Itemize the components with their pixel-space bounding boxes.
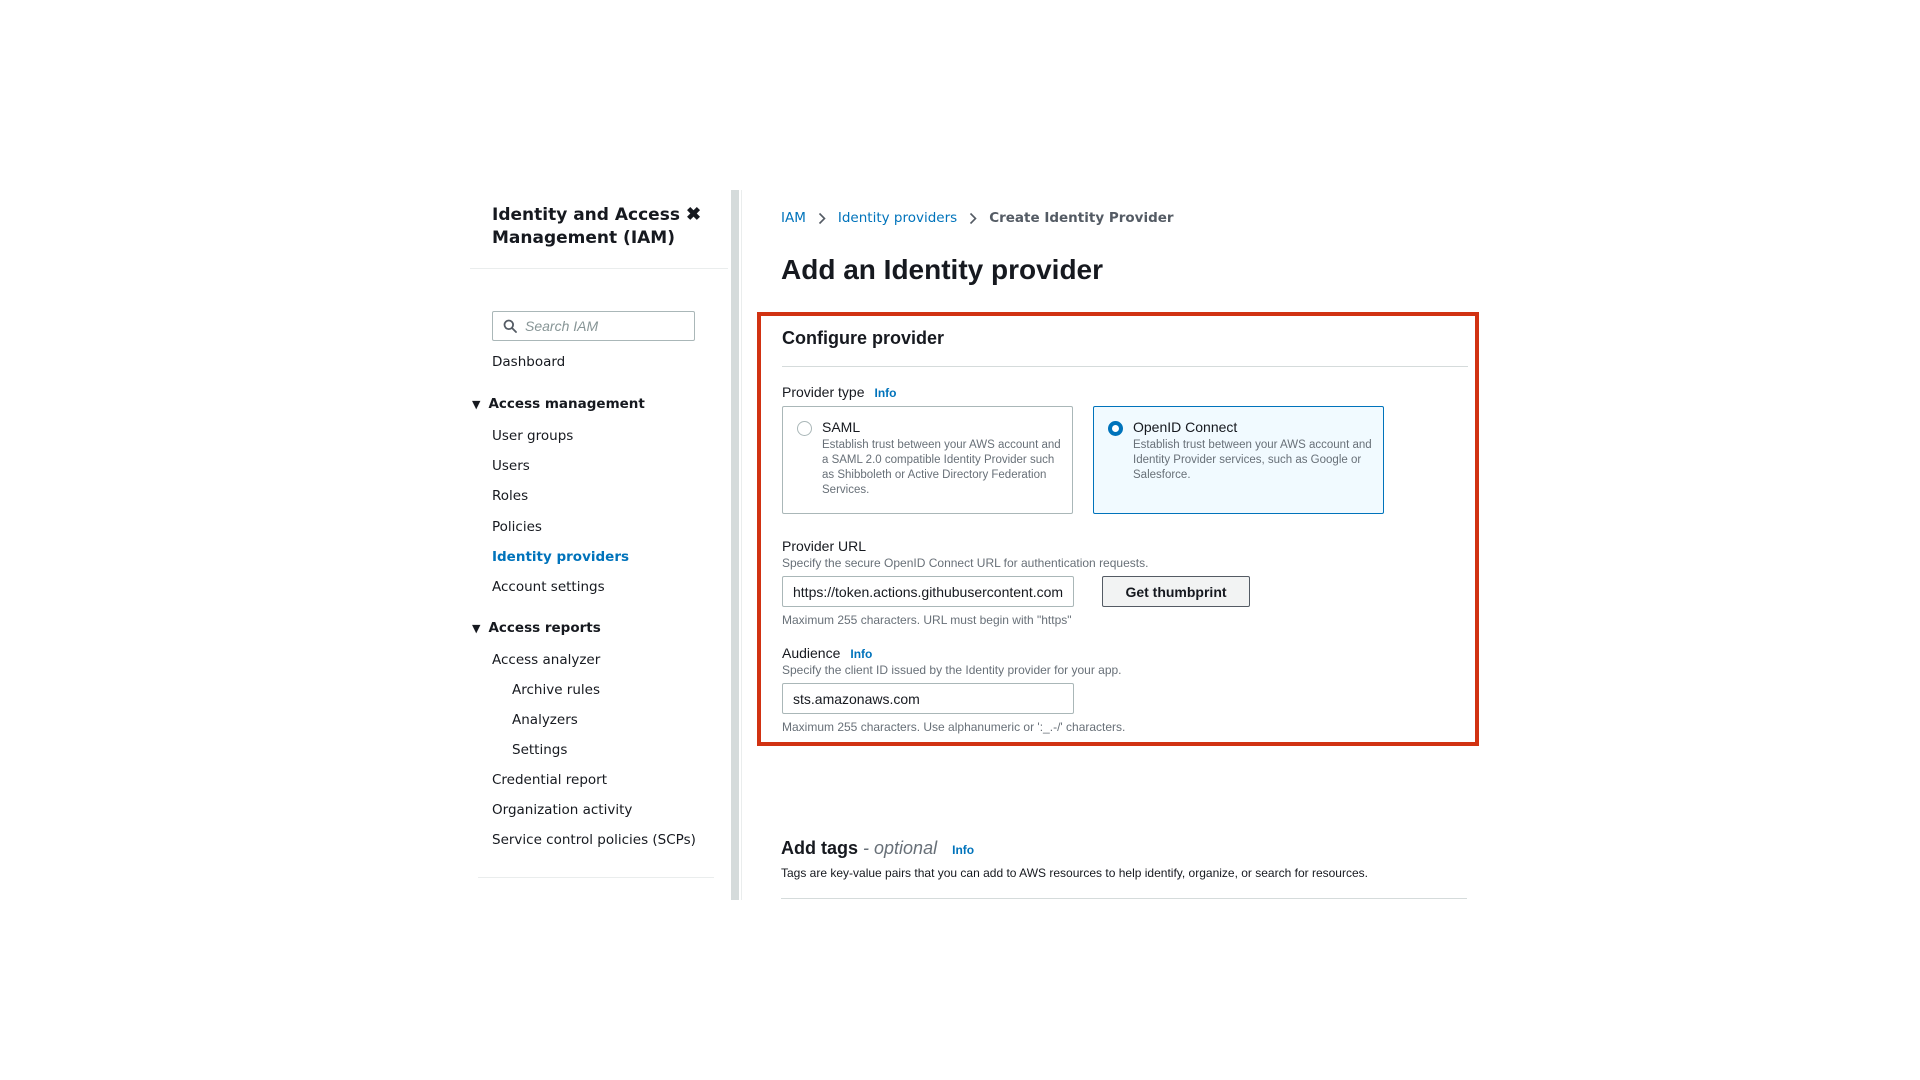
panel-title: Configure provider — [782, 328, 945, 348]
sidebar-item-users[interactable]: Users — [492, 458, 530, 474]
search-icon — [503, 319, 517, 333]
sidebar-item-account-settings[interactable]: Account settings — [492, 579, 605, 595]
breadcrumb-identity-providers[interactable]: Identity providers — [838, 210, 957, 226]
breadcrumb-current: Create Identity Provider — [989, 210, 1174, 226]
sidebar-item-analyzers[interactable]: Analyzers — [512, 712, 578, 728]
add-tags-info-link[interactable]: Info — [952, 843, 974, 857]
sidebar-item-organization-activity[interactable]: Organization activity — [492, 802, 632, 818]
sidebar-search[interactable] — [492, 311, 695, 341]
option-description: Establish trust between your AWS account… — [822, 439, 1061, 496]
sidebar-divider — [470, 268, 728, 269]
sidebar: Identity and Access Management (IAM) ✖ D… — [470, 190, 730, 900]
breadcrumb-iam[interactable]: IAM — [781, 210, 806, 226]
provider-url-label: Provider URL — [782, 538, 867, 554]
section-label: Access reports — [488, 620, 601, 636]
chevron-right-icon — [969, 212, 977, 225]
section-label: Access management — [488, 396, 645, 412]
page-title: Add an Identity provider — [781, 254, 1104, 285]
add-tags-title: Add tags — [781, 838, 859, 858]
provider-type-label: Provider type Info — [782, 384, 896, 400]
audience-info-link[interactable]: Info — [850, 647, 872, 661]
caret-down-icon: ▼ — [472, 621, 481, 635]
sidebar-title: Identity and Access Management (IAM) — [492, 205, 680, 248]
audience-input[interactable] — [782, 683, 1074, 714]
provider-url-description: Specify the secure OpenID Connect URL fo… — [782, 556, 1149, 570]
audience-description: Specify the client ID issued by the Iden… — [782, 663, 1122, 677]
caret-down-icon: ▼ — [472, 397, 481, 411]
sidebar-scrollbar[interactable] — [731, 190, 739, 900]
sidebar-item-roles[interactable]: Roles — [492, 488, 528, 504]
add-tags-heading: Add tags - optional Info — [781, 838, 974, 859]
sidebar-divider — [478, 877, 714, 878]
openid-connect-radio[interactable] — [1108, 421, 1123, 436]
panel-divider — [782, 366, 1468, 367]
option-description: Establish trust between your AWS account… — [1133, 439, 1372, 481]
add-tags-description: Tags are key-value pairs that you can ad… — [781, 866, 1368, 880]
chevron-right-icon — [818, 212, 826, 225]
add-tags-divider — [781, 898, 1467, 899]
sidebar-item-user-groups[interactable]: User groups — [492, 428, 573, 444]
audience-text: Audience — [782, 645, 841, 661]
openid-connect-option[interactable]: OpenID Connect Establish trust between y… — [1093, 406, 1384, 514]
sidebar-item-policies[interactable]: Policies — [492, 519, 542, 535]
sidebar-item-archive-rules[interactable]: Archive rules — [512, 682, 600, 698]
search-input[interactable] — [525, 318, 685, 334]
add-tags-optional: - optional — [863, 838, 938, 858]
sidebar-item-scps[interactable]: Service control policies (SCPs) — [492, 832, 696, 848]
audience-hint: Maximum 255 characters. Use alphanumeric… — [782, 720, 1126, 734]
close-icon[interactable]: ✖ — [686, 204, 701, 225]
provider-type-info-link[interactable]: Info — [874, 386, 896, 400]
provider-type-text: Provider type — [782, 384, 865, 400]
sidebar-item-access-analyzer[interactable]: Access analyzer — [492, 652, 600, 668]
sidebar-item-identity-providers[interactable]: Identity providers — [492, 549, 629, 565]
sidebar-item-dashboard[interactable]: Dashboard — [492, 354, 565, 370]
content-divider — [741, 190, 742, 900]
configure-provider-panel: Configure provider Provider type Info SAM… — [757, 312, 1479, 746]
breadcrumb: IAM Identity providers Create Identity P… — [781, 210, 1174, 226]
saml-radio[interactable] — [797, 421, 812, 436]
sidebar-section-access-reports[interactable]: ▼ Access reports — [472, 620, 601, 636]
option-name: SAML — [822, 419, 861, 435]
sidebar-item-credential-report[interactable]: Credential report — [492, 772, 607, 788]
get-thumbprint-button[interactable]: Get thumbprint — [1102, 576, 1250, 607]
sidebar-section-access-management[interactable]: ▼ Access management — [472, 396, 645, 412]
saml-option[interactable]: SAML Establish trust between your AWS ac… — [782, 406, 1073, 514]
provider-url-hint: Maximum 255 characters. URL must begin w… — [782, 613, 1072, 627]
option-name: OpenID Connect — [1133, 419, 1238, 435]
audience-label: Audience Info — [782, 645, 872, 661]
provider-url-input[interactable] — [782, 576, 1074, 607]
sidebar-item-settings[interactable]: Settings — [512, 742, 567, 758]
